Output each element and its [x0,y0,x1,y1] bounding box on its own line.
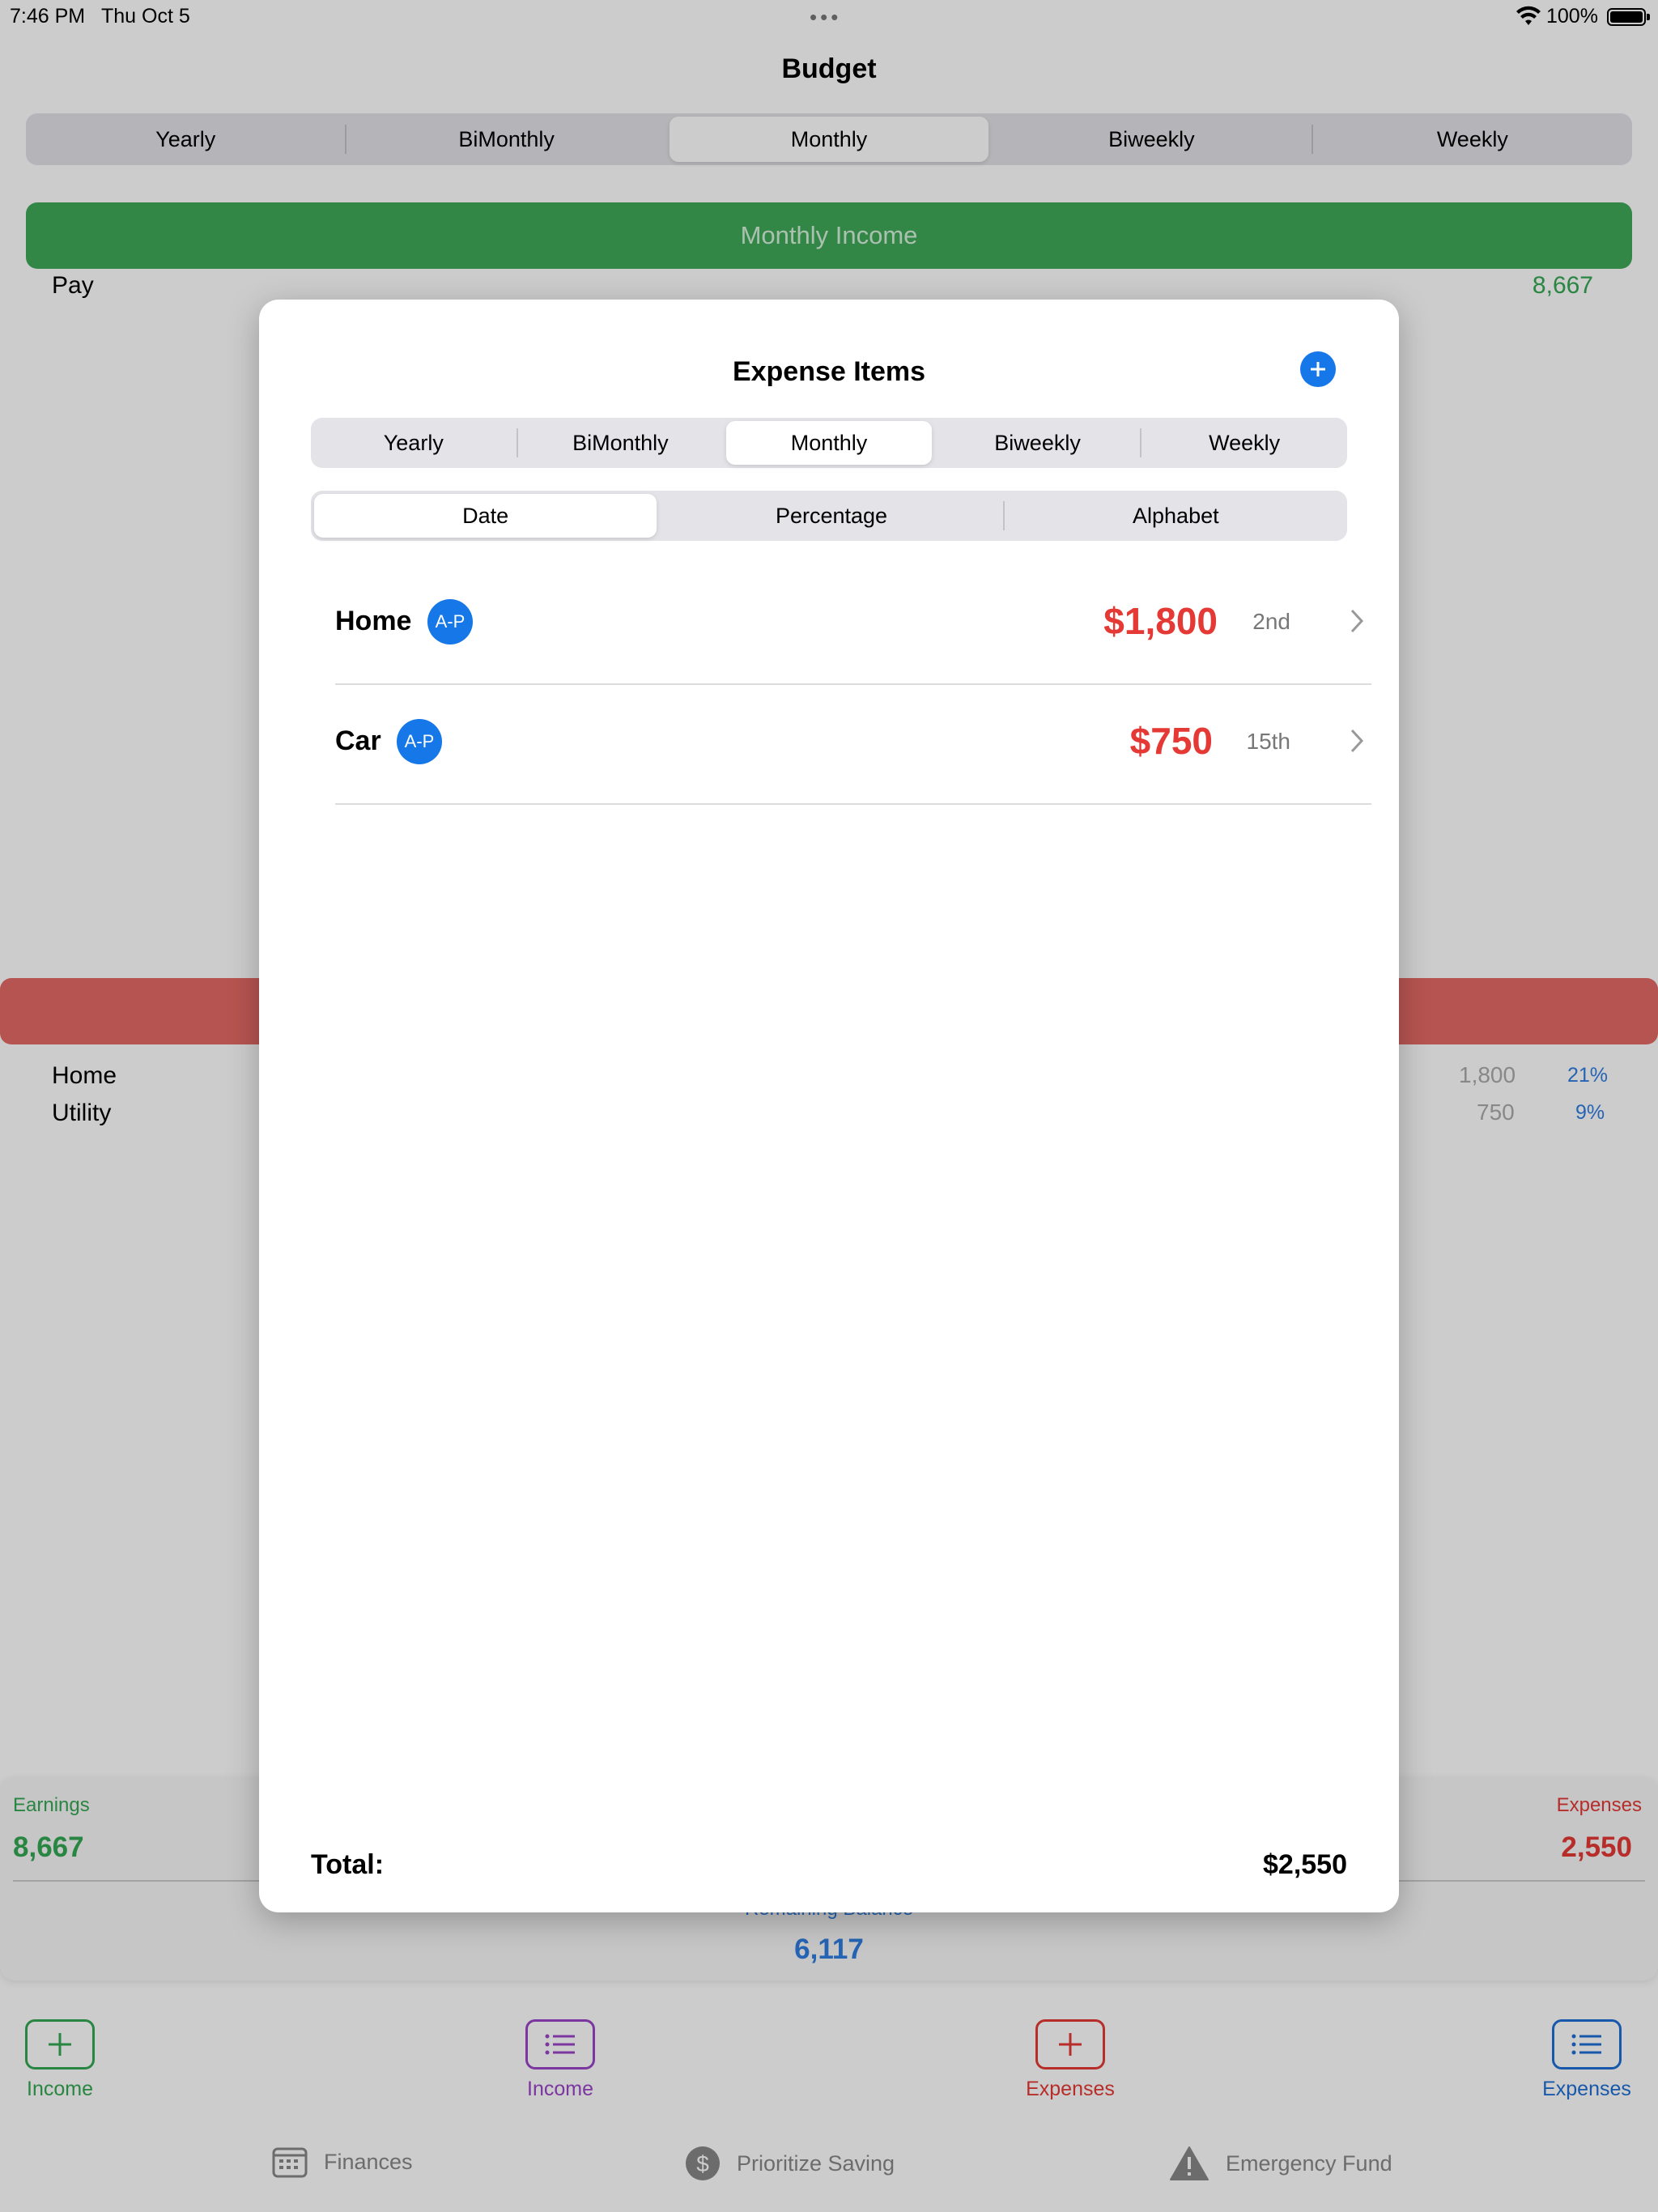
total-value: $2,550 [1263,1849,1347,1880]
item-name: Car [335,725,381,756]
segment-biweekly[interactable]: Biweekly [935,418,1141,468]
item-name: Home [335,606,412,636]
modal-period-segmented-control[interactable]: Yearly BiMonthly Monthly Biweekly Weekly [311,418,1347,468]
chevron-right-icon [1350,609,1364,633]
item-amount: $750 [1129,720,1213,762]
item-date: 15th [1246,729,1291,754]
chevron-right-icon [1350,729,1364,753]
segment-yearly[interactable]: Yearly [311,418,517,468]
modal-title: Expense Items [732,356,926,387]
sort-percentage[interactable]: Percentage [660,491,1002,541]
segment-bimonthly[interactable]: BiMonthly [518,418,724,468]
list-item[interactable]: Car A-P $750 15th [335,685,1371,805]
sort-date[interactable]: Date [314,494,657,538]
total-label: Total: [311,1849,385,1880]
plus-icon [1311,362,1325,376]
segment-monthly[interactable]: Monthly [726,421,932,465]
sort-segmented-control[interactable]: Date Percentage Alphabet [311,491,1347,541]
segment-weekly[interactable]: Weekly [1141,418,1347,468]
item-amount: $1,800 [1103,600,1218,642]
sort-alphabet[interactable]: Alphabet [1005,491,1347,541]
item-date: 2nd [1252,609,1290,634]
list-item[interactable]: Home A-P $1,800 2nd [335,565,1371,685]
expense-items-sheet: Expense Items Yearly BiMonthly Monthly B… [259,300,1399,1912]
item-badge: A-P [397,719,442,764]
add-expense-item-button[interactable] [1300,351,1336,387]
item-badge: A-P [427,599,473,644]
